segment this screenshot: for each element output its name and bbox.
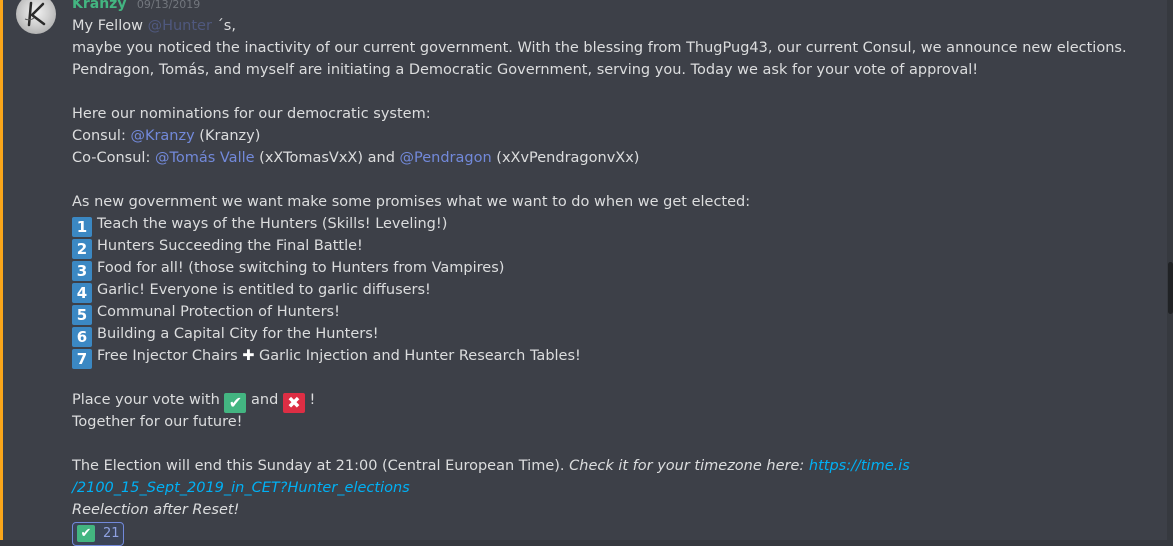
keycap-five-icon: 5 — [72, 305, 92, 325]
role-mention-hunter[interactable]: @Hunter — [148, 18, 212, 34]
check-mark-icon: ✔ — [224, 393, 247, 413]
avatar-letter-k-icon — [24, 1, 46, 27]
promise-text-tail: Garlic Injection and Hunter Research Tab… — [254, 348, 581, 364]
author-username[interactable]: Kranzy — [72, 0, 126, 12]
greeting-prefix: My Fellow — [72, 18, 148, 34]
promise-item: 6 Building a Capital City for the Hunters… — [72, 323, 1152, 347]
vote-prefix: Place your vote with — [72, 392, 225, 408]
together-line: Together for our future! — [72, 414, 243, 430]
greeting-line: My Fellow @Hunter ´s, — [72, 15, 1152, 37]
message-timestamp: 09/13/2019 — [136, 0, 201, 11]
greeting-suffix: ´s, — [211, 18, 236, 34]
vote-line: Place your vote with ✔ and ✖ ! — [72, 389, 1152, 413]
promise-item: 4 Garlic! Everyone is entitled to garlic … — [72, 279, 1152, 303]
promise-item: 1 Teach the ways of the Hunters (Skills! … — [72, 213, 1152, 237]
promise-text: Free Injector Chairs — [97, 348, 243, 364]
promise-text: Food for all! (those switching to Hunter… — [97, 260, 505, 276]
keycap-seven-icon: 7 — [72, 349, 92, 369]
promise-text: Hunters Succeeding the Final Battle! — [97, 238, 363, 254]
coconsul-mid: (xXTomasVxX) and — [254, 150, 400, 166]
promise-text: Communal Protection of Hunters! — [97, 304, 340, 320]
highlight-accent-bar — [0, 0, 3, 540]
cross-mark-icon: ✖ — [282, 393, 305, 413]
election-text: The Election will end this Sunday at 21:… — [72, 458, 570, 474]
scrollbar-thumb[interactable] — [1168, 262, 1173, 314]
promise-text: Teach the ways of the Hunters (Skills! L… — [97, 216, 448, 232]
check-mark-icon: ✔ — [77, 525, 95, 542]
promises-heading: As new government we want make some prom… — [72, 194, 751, 210]
consul-line: Consul: @Kranzy (Kranzy) — [72, 125, 1152, 147]
heavy-plus-icon: ✚ — [242, 348, 255, 364]
mention-pendragon[interactable]: @Pendragon — [400, 150, 492, 166]
promise-text: Building a Capital City for the Hunters! — [97, 326, 379, 342]
promise-item: 5 Communal Protection of Hunters! — [72, 301, 1152, 325]
keycap-three-icon: 3 — [72, 261, 92, 281]
timezone-hint: Check it for your timezone here: — [569, 458, 809, 474]
reaction-count: 21 — [103, 526, 120, 541]
reelection-line: Reelection after Reset! — [72, 502, 240, 518]
promise-item: 7 Free Injector Chairs ✚ Garlic Injection… — [72, 345, 1152, 369]
keycap-two-icon: 2 — [72, 239, 92, 259]
vote-and: and — [246, 392, 283, 408]
initiating-line: Pendragon, Tomás, and myself are initiat… — [72, 62, 979, 78]
author-avatar[interactable] — [16, 0, 56, 34]
mention-tomas-valle[interactable]: @Tomás Valle — [155, 150, 255, 166]
promise-text: Garlic! Everyone is entitled to garlic d… — [97, 282, 431, 298]
coconsul-tail: (xXvPendragonvXx) — [491, 150, 640, 166]
vote-suffix: ! — [304, 392, 316, 408]
timezone-link[interactable]: https://time.is — [809, 458, 910, 474]
reaction-check-button[interactable]: ✔ 21 — [72, 522, 124, 546]
link-continuation-line: /2100_15_Sept_2019_in_CET?Hunter_electio… — [72, 477, 1152, 499]
consul-label: Consul: — [72, 128, 131, 144]
consul-name: (Kranzy) — [194, 128, 261, 144]
promise-item: 3 Food for all! (those switching to Hunte… — [72, 257, 1152, 281]
keycap-four-icon: 4 — [72, 283, 92, 303]
coconsul-line: Co-Consul: @Tomás Valle (xXTomasVxX) and… — [72, 147, 1152, 169]
message-body: My Fellow @Hunter ´s, maybe you noticed … — [72, 15, 1152, 521]
election-line: The Election will end this Sunday at 21:… — [72, 455, 1152, 477]
timezone-link-continued[interactable]: /2100_15_Sept_2019_in_CET?Hunter_electio… — [72, 480, 410, 496]
inactivity-line: maybe you noticed the inactivity of our … — [72, 40, 1127, 56]
mention-kranzy[interactable]: @Kranzy — [130, 128, 194, 144]
keycap-one-icon: 1 — [72, 217, 92, 237]
promise-item: 2 Hunters Succeeding the Final Battle! — [72, 235, 1152, 259]
nominations-heading: Here our nominations for our democratic … — [72, 106, 431, 122]
message-header: Kranzy 09/13/2019 — [72, 0, 200, 12]
keycap-six-icon: 6 — [72, 327, 92, 347]
coconsul-label: Co-Consul: — [72, 150, 155, 166]
